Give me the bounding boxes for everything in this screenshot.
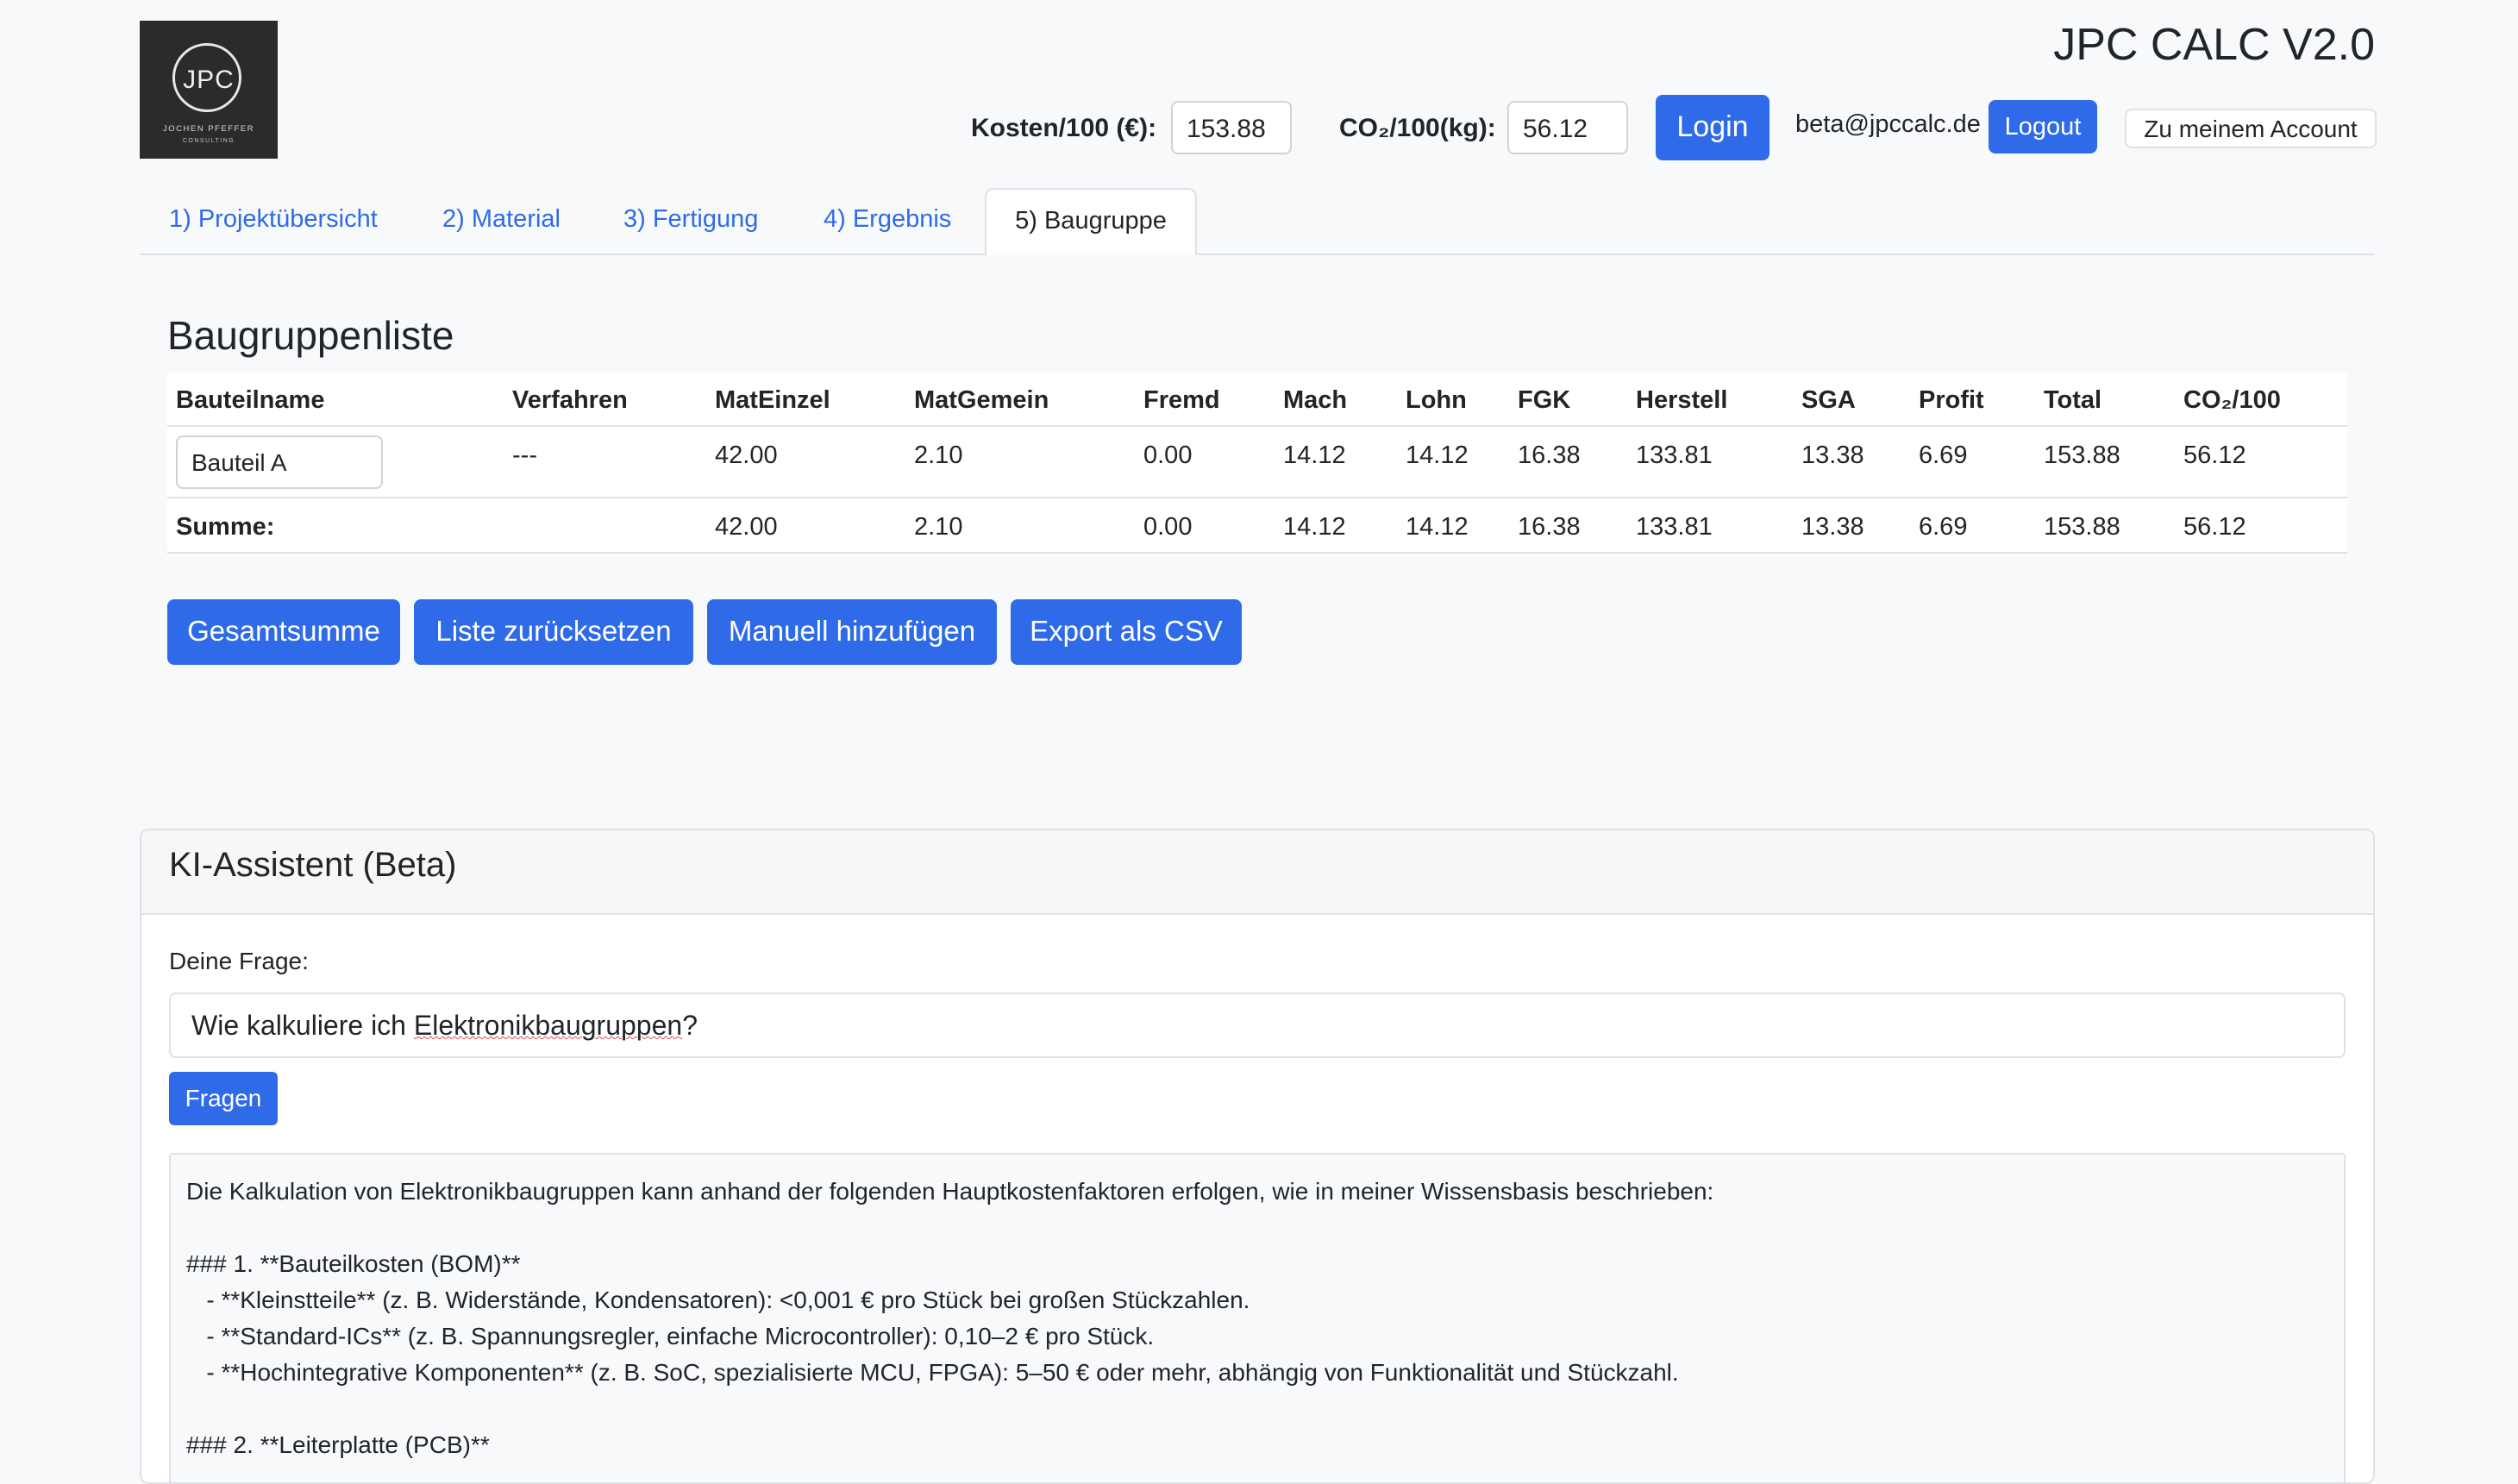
answer-box: Die Kalkulation von Elektronikbaugruppen…: [169, 1153, 2346, 1482]
gesamtsumme-button[interactable]: Gesamtsumme: [167, 599, 400, 665]
col-total: Total: [2044, 386, 2102, 414]
question-label: Deine Frage:: [169, 948, 309, 974]
assembly-table: [167, 373, 2347, 554]
export-csv-button[interactable]: Export als CSV: [1011, 599, 1242, 665]
co2-label: CO₂/100(kg):: [1339, 114, 1496, 142]
cell-co2: 56.12: [2183, 441, 2246, 469]
sum-total: 153.88: [2044, 513, 2120, 541]
cell-lohn: 14.12: [1406, 441, 1469, 469]
col-verfahren: Verfahren: [512, 386, 628, 414]
table-bottom-divider: [167, 552, 2347, 554]
tabs-divider: [140, 254, 2375, 255]
ask-button[interactable]: Fragen: [169, 1072, 278, 1125]
cell-fgk: 16.38: [1518, 441, 1581, 469]
sum-lohn: 14.12: [1406, 513, 1469, 541]
sum-mateinzel: 42.00: [715, 513, 778, 541]
cell-mach: 14.12: [1283, 441, 1346, 469]
col-profit: Profit: [1919, 386, 1984, 414]
cell-herstell: 133.81: [1636, 441, 1713, 469]
col-fgk: FGK: [1518, 386, 1571, 414]
sum-profit: 6.69: [1919, 513, 1968, 541]
account-button[interactable]: Zu meinem Account: [2125, 109, 2377, 148]
cell-total: 153.88: [2044, 441, 2120, 469]
reset-list-button[interactable]: Liste zurücksetzen: [414, 599, 693, 665]
question-input[interactable]: Wie kalkuliere ich Elektronikbaugruppen?: [169, 992, 2346, 1058]
table-row-divider: [167, 497, 2347, 498]
col-matgemein: MatGemein: [914, 386, 1049, 414]
tab-baugruppe[interactable]: 5) Baugruppe: [985, 188, 1197, 255]
user-email: beta@jpccalc.de: [1795, 110, 1981, 138]
logout-button[interactable]: Logout: [1989, 100, 2097, 153]
cell-sga: 13.38: [1801, 441, 1864, 469]
table-header-divider: [167, 425, 2347, 427]
sum-herstell: 133.81: [1636, 513, 1713, 541]
app-title: JPC CALC V2.0: [2053, 20, 2375, 70]
co2-field[interactable]: 56.12: [1507, 101, 1628, 154]
assistant-card: KI-Assistent (Beta) Deine Frage: Wie kal…: [140, 829, 2375, 1484]
col-sga: SGA: [1801, 386, 1856, 414]
tab-material[interactable]: 2) Material: [442, 205, 561, 234]
sum-fgk: 16.38: [1518, 513, 1581, 541]
question-end: ?: [682, 1010, 698, 1041]
add-manual-button[interactable]: Manuell hinzufügen: [707, 599, 997, 665]
col-herstell: Herstell: [1636, 386, 1728, 414]
sum-label: Summe:: [176, 513, 275, 541]
col-mateinzel: MatEinzel: [715, 386, 830, 414]
cell-mateinzel: 42.00: [715, 441, 778, 469]
cell-fremd: 0.00: [1143, 441, 1193, 469]
col-co2: CO₂/100: [2183, 386, 2281, 414]
assistant-title: KI-Assistent (Beta): [169, 846, 457, 884]
assistant-card-header: KI-Assistent (Beta): [141, 830, 2373, 915]
tab-fertigung[interactable]: 3) Fertigung: [623, 205, 758, 234]
logo-name: JOCHEN PFEFFER: [163, 124, 254, 134]
sum-sga: 13.38: [1801, 513, 1864, 541]
sum-co2: 56.12: [2183, 513, 2246, 541]
section-title: Baugruppenliste: [167, 313, 454, 358]
cell-verfahren: ---: [512, 441, 537, 469]
logo-subtitle: CONSULTING: [182, 138, 235, 144]
question-text: Wie kalkuliere ich: [191, 1010, 414, 1041]
tab-ergebnis[interactable]: 4) Ergebnis: [824, 205, 951, 234]
col-fremd: Fremd: [1143, 386, 1220, 414]
company-logo: JPC JOCHEN PFEFFER CONSULTING: [140, 21, 278, 159]
cost-label: Kosten/100 (€):: [971, 114, 1157, 142]
cell-profit: 6.69: [1919, 441, 1968, 469]
question-misspelled-word: Elektronikbaugruppen: [413, 1010, 683, 1041]
sum-fremd: 0.00: [1143, 513, 1193, 541]
col-mach: Mach: [1283, 386, 1348, 414]
cost-field[interactable]: 153.88: [1171, 101, 1292, 154]
col-lohn: Lohn: [1406, 386, 1467, 414]
col-bauteilname: Bauteilname: [176, 386, 325, 414]
tab-projektuebersicht[interactable]: 1) Projektübersicht: [169, 205, 378, 234]
cell-matgemein: 2.10: [914, 441, 963, 469]
sum-matgemein: 2.10: [914, 513, 963, 541]
logo-mark: JPC: [183, 66, 235, 94]
sum-mach: 14.12: [1283, 513, 1346, 541]
bauteilname-input[interactable]: Bauteil A: [176, 435, 383, 489]
login-button[interactable]: Login: [1656, 95, 1769, 160]
